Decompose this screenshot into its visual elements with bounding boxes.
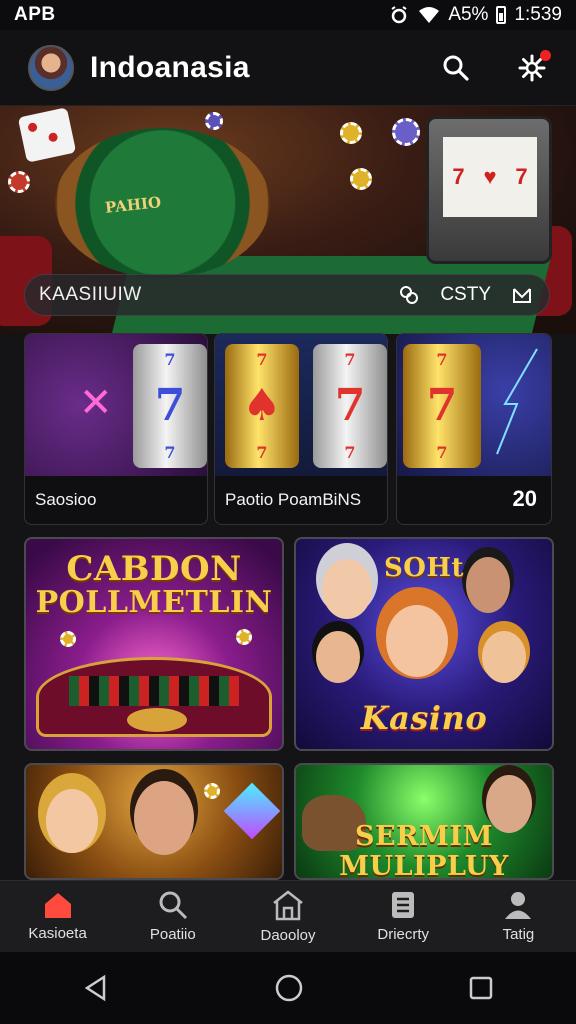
hero-banner[interactable]: PAHIO 7 ♥ 7 KAASIIUIW CSTY [0,106,576,334]
slot-machine-screen: 7 ♥ 7 [443,137,537,217]
game-tile[interactable]: SOHt Kasino [294,537,554,751]
slot-count-badge: 20 [512,486,537,511]
game-tile[interactable]: CABDON POLLMETLIN [24,537,284,751]
home-icon [44,893,71,918]
recents-icon[interactable] [468,975,494,1001]
search-icon [443,55,469,81]
character-face [386,605,448,677]
app-header: Indoanasia [0,30,576,106]
slot-games-row: ✕ 777 Saosioo 7 ♠ 7 777 Paotio PoamBiNS 77… [24,333,552,525]
roulette-wheel-icon [127,708,187,732]
banner-search-right-text: CSTY [440,284,491,305]
roulette-board [69,676,239,706]
game-title: CABDON [66,549,242,589]
filter-icon[interactable] [398,284,420,306]
avatar[interactable] [28,44,74,91]
nav-item-document[interactable]: Driecrty [346,881,461,952]
back-icon[interactable] [82,974,110,1002]
banner-search-text: KAASIIUIW [39,284,142,305]
character-face [46,789,98,853]
nav-label: Tatig [502,926,535,943]
character-face [134,781,194,855]
character-face [316,631,360,683]
dice-icon [17,107,77,163]
character-face [482,631,526,683]
x-multiplier-icon: ✕ [79,381,113,425]
slot-reel: 777 [313,344,387,468]
status-bar: APB A5% 1:539 [0,0,576,30]
system-navigation-bar [0,952,576,1024]
banner-search-actions: CSTY [398,284,549,306]
chip-icon [392,118,420,146]
game-tile[interactable] [24,763,284,880]
expand-icon[interactable] [511,284,533,306]
roulette-table-illustration [36,657,272,737]
nav-item-search[interactable]: Poatiio [115,881,230,952]
game-title: SERMIM [355,821,493,852]
game-tile[interactable]: SERMIM MULIPLUY [294,763,554,880]
coin-icon [236,629,252,645]
bottom-navigation: Kasioeta Poatiio Daooloy Driecrty Tatig [0,880,576,952]
house-icon [273,890,303,921]
document-icon [392,892,415,918]
slot-card[interactable]: 7 ♠ 7 777 Paotio PoamBiNS [214,333,388,525]
poker-table-illustration [55,128,270,278]
slot-art: 7 ♠ 7 777 [215,334,387,476]
slot-machine-illustration: 7 ♥ 7 [426,116,552,264]
game-title: SOHt [384,553,464,583]
nav-label: Daooloy [260,927,316,944]
nav-item-profile[interactable]: Tatig [461,881,576,952]
slot-reel: 777 [403,344,481,468]
slot-reel: 777 [133,344,207,468]
header-actions [440,49,551,84]
nav-label: Driecrty [377,926,430,943]
nav-label: Kasioeta [28,925,87,942]
carrier-label: APB [14,4,56,25]
coin-icon [60,631,76,647]
search-button[interactable] [440,52,472,84]
slot-card[interactable]: ✕ 777 Saosioo [24,333,208,525]
nav-item-house[interactable]: Daooloy [230,881,345,952]
battery-icon [496,6,507,24]
coin-icon [204,783,220,799]
banner-search-bar[interactable]: KAASIIUIW CSTY [24,274,550,316]
slot-reel: 7 ♠ 7 [225,344,299,468]
slot-card[interactable]: 777 20 [396,333,552,525]
slot-title: Saosioo [35,490,97,509]
slot-art: 777 [397,334,551,476]
nav-label: Poatiio [149,926,196,943]
clock: 1:539 [514,4,562,25]
slot-title: Paotio PoamBiNS [225,490,362,509]
notification-dot [540,49,551,61]
coin-icon [350,168,372,190]
search-icon [159,891,187,920]
chip-icon [8,171,30,193]
wifi-icon [419,7,440,23]
game-title: Kasino [360,699,488,737]
app-title: Indoanasia [90,50,250,84]
battery-percent: A5% [448,4,489,25]
home-circle-icon[interactable] [274,973,304,1003]
nav-item-home[interactable]: Kasioeta [0,881,115,952]
game-title: MULIPLUY [339,851,509,880]
chip-icon [205,112,223,130]
user-icon [505,892,532,919]
lightning-icon [496,348,538,455]
alarm-icon [391,6,407,24]
status-icons: A5% 1:539 [388,4,562,26]
coin-icon [340,122,362,144]
slot-art: ✕ 777 [25,334,207,476]
settings-button[interactable] [516,49,551,84]
gem-icon [223,782,281,840]
game-title: POLLMETLIN [35,585,273,620]
